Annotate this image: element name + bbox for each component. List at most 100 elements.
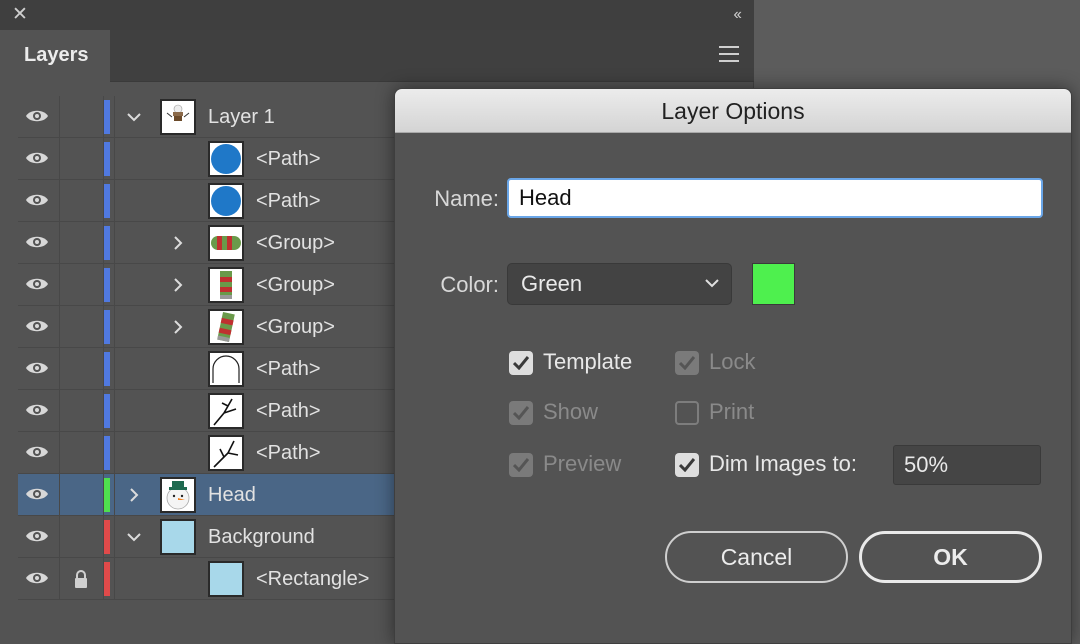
layer-color-bar bbox=[104, 226, 110, 260]
chevron-right-icon[interactable] bbox=[170, 234, 186, 252]
lock-cell[interactable] bbox=[60, 432, 104, 474]
eye-icon[interactable] bbox=[25, 570, 49, 586]
color-swatch[interactable] bbox=[752, 263, 795, 305]
dim-images-input[interactable]: 50% bbox=[893, 445, 1041, 485]
print-checkbox[interactable] bbox=[675, 401, 699, 425]
visibility-cell[interactable] bbox=[18, 96, 60, 138]
lock-cell[interactable] bbox=[60, 306, 104, 348]
layer-row[interactable]: <Rectangle> bbox=[18, 558, 398, 600]
layer-color-bar bbox=[104, 478, 110, 512]
eye-icon[interactable] bbox=[25, 276, 49, 292]
layer-row[interactable]: <Path> bbox=[18, 432, 398, 474]
layer-name[interactable]: <Group> bbox=[256, 306, 335, 348]
column-divider bbox=[114, 180, 115, 222]
layer-name[interactable]: <Path> bbox=[256, 180, 321, 222]
visibility-cell[interactable] bbox=[18, 348, 60, 390]
layer-name[interactable]: <Group> bbox=[256, 264, 335, 306]
layer-thumbnail bbox=[208, 561, 244, 597]
preview-checkbox[interactable] bbox=[509, 453, 533, 477]
color-dropdown[interactable]: Green bbox=[507, 263, 732, 305]
template-checkbox[interactable] bbox=[509, 351, 533, 375]
layer-row[interactable]: <Path> bbox=[18, 180, 398, 222]
template-label: Template bbox=[543, 349, 633, 374]
layer-row[interactable]: <Path> bbox=[18, 138, 398, 180]
visibility-cell[interactable] bbox=[18, 432, 60, 474]
layer-color-bar bbox=[104, 394, 110, 428]
name-input[interactable] bbox=[507, 178, 1043, 218]
lock-cell[interactable] bbox=[60, 180, 104, 222]
lock-cell[interactable] bbox=[60, 474, 104, 516]
visibility-cell[interactable] bbox=[18, 558, 60, 600]
visibility-cell[interactable] bbox=[18, 264, 60, 306]
layer-name[interactable]: Layer 1 bbox=[208, 96, 275, 138]
hamburger-menu-icon[interactable] bbox=[719, 46, 739, 62]
lock-cell[interactable] bbox=[60, 264, 104, 306]
eye-icon[interactable] bbox=[25, 234, 49, 250]
layer-row[interactable]: <Group> bbox=[18, 222, 398, 264]
layer-row[interactable]: Head bbox=[18, 474, 398, 516]
lock-cell[interactable] bbox=[60, 348, 104, 390]
layer-thumbnail bbox=[160, 99, 196, 135]
layer-name[interactable]: <Group> bbox=[256, 222, 335, 264]
layer-thumbnail bbox=[208, 351, 244, 387]
visibility-cell[interactable] bbox=[18, 516, 60, 558]
print-label: Print bbox=[709, 399, 755, 424]
visibility-cell[interactable] bbox=[18, 222, 60, 264]
layer-name[interactable]: <Rectangle> bbox=[256, 558, 369, 600]
layer-color-bar bbox=[104, 100, 110, 134]
layer-color-bar bbox=[104, 268, 110, 302]
panel-title-bar: ✕ ‹‹ bbox=[0, 0, 754, 30]
eye-icon[interactable] bbox=[25, 108, 49, 124]
color-dropdown-value: Green bbox=[521, 271, 583, 296]
lock-cell[interactable] bbox=[60, 516, 104, 558]
close-icon[interactable]: ✕ bbox=[12, 4, 28, 26]
lock-cell[interactable] bbox=[60, 138, 104, 180]
lock-icon[interactable] bbox=[73, 569, 89, 589]
layer-row[interactable]: <Group> bbox=[18, 264, 398, 306]
lock-checkbox[interactable] bbox=[675, 351, 699, 375]
visibility-cell[interactable] bbox=[18, 180, 60, 222]
visibility-cell[interactable] bbox=[18, 390, 60, 432]
visibility-cell[interactable] bbox=[18, 474, 60, 516]
eye-icon[interactable] bbox=[25, 318, 49, 334]
eye-icon[interactable] bbox=[25, 192, 49, 208]
eye-icon[interactable] bbox=[25, 402, 49, 418]
layer-row[interactable]: <Path> bbox=[18, 390, 398, 432]
eye-icon[interactable] bbox=[25, 528, 49, 544]
layer-row[interactable]: <Group> bbox=[18, 306, 398, 348]
name-label: Name: bbox=[434, 186, 499, 211]
color-label: Color: bbox=[440, 272, 499, 297]
layer-name[interactable]: <Path> bbox=[256, 432, 321, 474]
eye-icon[interactable] bbox=[25, 444, 49, 460]
layer-name[interactable]: Background bbox=[208, 516, 315, 558]
chevron-down-icon[interactable] bbox=[126, 108, 142, 126]
layer-color-bar bbox=[104, 520, 110, 554]
layer-row[interactable]: Layer 1 bbox=[18, 96, 398, 138]
ok-button[interactable]: OK bbox=[859, 531, 1042, 583]
layer-row[interactable]: <Path> bbox=[18, 348, 398, 390]
dim-images-checkbox[interactable] bbox=[675, 453, 699, 477]
visibility-cell[interactable] bbox=[18, 306, 60, 348]
layer-name[interactable]: <Path> bbox=[256, 138, 321, 180]
chevron-right-icon[interactable] bbox=[170, 318, 186, 336]
layer-thumbnail bbox=[208, 435, 244, 471]
layer-name[interactable]: <Path> bbox=[256, 390, 321, 432]
visibility-cell[interactable] bbox=[18, 138, 60, 180]
eye-icon[interactable] bbox=[25, 150, 49, 166]
collapse-icon[interactable]: ‹‹ bbox=[733, 5, 742, 25]
layer-name[interactable]: <Path> bbox=[256, 348, 321, 390]
layer-row[interactable]: Background bbox=[18, 516, 398, 558]
tab-layers[interactable]: Layers bbox=[0, 30, 110, 83]
chevron-right-icon[interactable] bbox=[126, 486, 142, 504]
show-checkbox[interactable] bbox=[509, 401, 533, 425]
chevron-right-icon[interactable] bbox=[170, 276, 186, 294]
lock-cell[interactable] bbox=[60, 222, 104, 264]
layer-name[interactable]: Head bbox=[208, 474, 256, 516]
lock-cell[interactable] bbox=[60, 390, 104, 432]
lock-cell[interactable] bbox=[60, 96, 104, 138]
cancel-button[interactable]: Cancel bbox=[665, 531, 848, 583]
eye-icon[interactable] bbox=[25, 360, 49, 376]
column-divider bbox=[114, 222, 115, 264]
eye-icon[interactable] bbox=[25, 486, 49, 502]
chevron-down-icon[interactable] bbox=[126, 528, 142, 546]
